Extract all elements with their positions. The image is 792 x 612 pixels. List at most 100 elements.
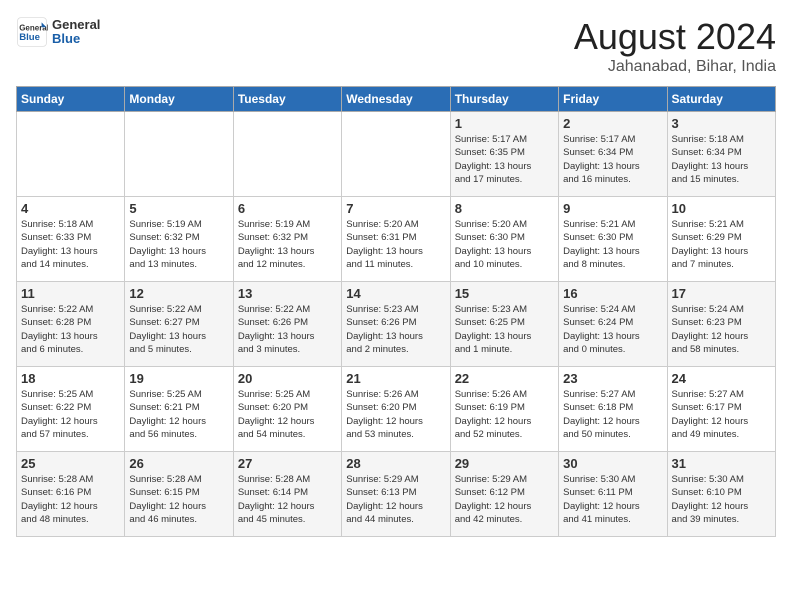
day-info: Sunrise: 5:29 AM Sunset: 6:13 PM Dayligh…	[346, 473, 445, 526]
day-info: Sunrise: 5:27 AM Sunset: 6:17 PM Dayligh…	[672, 388, 771, 441]
week-row-1: 1 Sunrise: 5:17 AM Sunset: 6:35 PM Daylig…	[17, 112, 776, 197]
day-cell: 19 Sunrise: 5:25 AM Sunset: 6:21 PM Dayli…	[125, 367, 233, 452]
day-cell: 16 Sunrise: 5:24 AM Sunset: 6:24 PM Dayli…	[559, 282, 667, 367]
day-cell: 4 Sunrise: 5:18 AM Sunset: 6:33 PM Daylig…	[17, 197, 125, 282]
day-cell: 9 Sunrise: 5:21 AM Sunset: 6:30 PM Daylig…	[559, 197, 667, 282]
day-info: Sunrise: 5:26 AM Sunset: 6:20 PM Dayligh…	[346, 388, 445, 441]
day-number: 29	[455, 456, 554, 471]
day-cell: 17 Sunrise: 5:24 AM Sunset: 6:23 PM Dayli…	[667, 282, 775, 367]
day-info: Sunrise: 5:26 AM Sunset: 6:19 PM Dayligh…	[455, 388, 554, 441]
day-cell: 25 Sunrise: 5:28 AM Sunset: 6:16 PM Dayli…	[17, 452, 125, 537]
day-number: 22	[455, 371, 554, 386]
day-cell: 18 Sunrise: 5:25 AM Sunset: 6:22 PM Dayli…	[17, 367, 125, 452]
day-info: Sunrise: 5:24 AM Sunset: 6:24 PM Dayligh…	[563, 303, 662, 356]
day-number: 9	[563, 201, 662, 216]
day-number: 18	[21, 371, 120, 386]
day-number: 23	[563, 371, 662, 386]
day-number: 30	[563, 456, 662, 471]
day-info: Sunrise: 5:23 AM Sunset: 6:25 PM Dayligh…	[455, 303, 554, 356]
svg-text:Blue: Blue	[19, 32, 40, 43]
logo-icon: General Blue	[16, 16, 48, 48]
day-number: 28	[346, 456, 445, 471]
day-number: 4	[21, 201, 120, 216]
day-cell: 13 Sunrise: 5:22 AM Sunset: 6:26 PM Dayli…	[233, 282, 341, 367]
day-cell: 21 Sunrise: 5:26 AM Sunset: 6:20 PM Dayli…	[342, 367, 450, 452]
week-row-3: 11 Sunrise: 5:22 AM Sunset: 6:28 PM Dayli…	[17, 282, 776, 367]
day-number: 1	[455, 116, 554, 131]
logo-text-blue: Blue	[52, 32, 100, 46]
day-cell: 11 Sunrise: 5:22 AM Sunset: 6:28 PM Dayli…	[17, 282, 125, 367]
day-cell: 22 Sunrise: 5:26 AM Sunset: 6:19 PM Dayli…	[450, 367, 558, 452]
day-number: 27	[238, 456, 337, 471]
day-info: Sunrise: 5:25 AM Sunset: 6:21 PM Dayligh…	[129, 388, 228, 441]
day-info: Sunrise: 5:19 AM Sunset: 6:32 PM Dayligh…	[238, 218, 337, 271]
day-info: Sunrise: 5:18 AM Sunset: 6:33 PM Dayligh…	[21, 218, 120, 271]
header: General Blue General Blue August 2024 Ja…	[16, 16, 776, 76]
day-cell: 30Sunrise: 5:30 AM Sunset: 6:11 PM Dayli…	[559, 452, 667, 537]
col-header-saturday: Saturday	[667, 87, 775, 112]
day-number: 11	[21, 286, 120, 301]
day-number: 20	[238, 371, 337, 386]
day-cell: 8 Sunrise: 5:20 AM Sunset: 6:30 PM Daylig…	[450, 197, 558, 282]
day-number: 5	[129, 201, 228, 216]
day-info: Sunrise: 5:23 AM Sunset: 6:26 PM Dayligh…	[346, 303, 445, 356]
day-cell	[233, 112, 341, 197]
day-info: Sunrise: 5:22 AM Sunset: 6:28 PM Dayligh…	[21, 303, 120, 356]
day-number: 14	[346, 286, 445, 301]
day-cell: 15 Sunrise: 5:23 AM Sunset: 6:25 PM Dayli…	[450, 282, 558, 367]
day-cell	[125, 112, 233, 197]
day-info: Sunrise: 5:24 AM Sunset: 6:23 PM Dayligh…	[672, 303, 771, 356]
day-info: Sunrise: 5:20 AM Sunset: 6:30 PM Dayligh…	[455, 218, 554, 271]
day-cell: 14 Sunrise: 5:23 AM Sunset: 6:26 PM Dayli…	[342, 282, 450, 367]
day-info: Sunrise: 5:18 AM Sunset: 6:34 PM Dayligh…	[672, 133, 771, 186]
week-row-2: 4 Sunrise: 5:18 AM Sunset: 6:33 PM Daylig…	[17, 197, 776, 282]
header-row: SundayMondayTuesdayWednesdayThursdayFrid…	[17, 87, 776, 112]
day-number: 21	[346, 371, 445, 386]
day-cell: 29Sunrise: 5:29 AM Sunset: 6:12 PM Dayli…	[450, 452, 558, 537]
day-info: Sunrise: 5:28 AM Sunset: 6:14 PM Dayligh…	[238, 473, 337, 526]
day-number: 6	[238, 201, 337, 216]
day-number: 15	[455, 286, 554, 301]
day-number: 8	[455, 201, 554, 216]
day-number: 16	[563, 286, 662, 301]
day-info: Sunrise: 5:20 AM Sunset: 6:31 PM Dayligh…	[346, 218, 445, 271]
calendar-table: SundayMondayTuesdayWednesdayThursdayFrid…	[16, 86, 776, 537]
day-cell: 26Sunrise: 5:28 AM Sunset: 6:15 PM Dayli…	[125, 452, 233, 537]
day-info: Sunrise: 5:28 AM Sunset: 6:16 PM Dayligh…	[21, 473, 120, 526]
day-cell: 28 Sunrise: 5:29 AM Sunset: 6:13 PM Dayli…	[342, 452, 450, 537]
day-number: 25	[21, 456, 120, 471]
day-cell	[342, 112, 450, 197]
day-info: Sunrise: 5:21 AM Sunset: 6:30 PM Dayligh…	[563, 218, 662, 271]
day-cell: 2 Sunrise: 5:17 AM Sunset: 6:34 PM Daylig…	[559, 112, 667, 197]
day-info: Sunrise: 5:17 AM Sunset: 6:35 PM Dayligh…	[455, 133, 554, 186]
day-number: 17	[672, 286, 771, 301]
day-cell: 1 Sunrise: 5:17 AM Sunset: 6:35 PM Daylig…	[450, 112, 558, 197]
col-header-tuesday: Tuesday	[233, 87, 341, 112]
day-info: Sunrise: 5:17 AM Sunset: 6:34 PM Dayligh…	[563, 133, 662, 186]
day-cell: 10Sunrise: 5:21 AM Sunset: 6:29 PM Dayli…	[667, 197, 775, 282]
day-cell: 31 Sunrise: 5:30 AM Sunset: 6:10 PM Dayli…	[667, 452, 775, 537]
day-info: Sunrise: 5:22 AM Sunset: 6:27 PM Dayligh…	[129, 303, 228, 356]
day-number: 13	[238, 286, 337, 301]
day-number: 7	[346, 201, 445, 216]
day-cell: 24 Sunrise: 5:27 AM Sunset: 6:17 PM Dayli…	[667, 367, 775, 452]
day-number: 2	[563, 116, 662, 131]
day-cell: 3Sunrise: 5:18 AM Sunset: 6:34 PM Daylig…	[667, 112, 775, 197]
day-info: Sunrise: 5:19 AM Sunset: 6:32 PM Dayligh…	[129, 218, 228, 271]
col-header-thursday: Thursday	[450, 87, 558, 112]
logo: General Blue General Blue	[16, 16, 100, 48]
day-cell: 27 Sunrise: 5:28 AM Sunset: 6:14 PM Dayli…	[233, 452, 341, 537]
week-row-4: 18 Sunrise: 5:25 AM Sunset: 6:22 PM Dayli…	[17, 367, 776, 452]
day-info: Sunrise: 5:25 AM Sunset: 6:22 PM Dayligh…	[21, 388, 120, 441]
day-number: 24	[672, 371, 771, 386]
day-number: 19	[129, 371, 228, 386]
day-number: 31	[672, 456, 771, 471]
week-row-5: 25 Sunrise: 5:28 AM Sunset: 6:16 PM Dayli…	[17, 452, 776, 537]
day-cell: 20Sunrise: 5:25 AM Sunset: 6:20 PM Dayli…	[233, 367, 341, 452]
day-info: Sunrise: 5:21 AM Sunset: 6:29 PM Dayligh…	[672, 218, 771, 271]
day-cell	[17, 112, 125, 197]
day-info: Sunrise: 5:22 AM Sunset: 6:26 PM Dayligh…	[238, 303, 337, 356]
col-header-sunday: Sunday	[17, 87, 125, 112]
day-info: Sunrise: 5:30 AM Sunset: 6:10 PM Dayligh…	[672, 473, 771, 526]
day-cell: 5 Sunrise: 5:19 AM Sunset: 6:32 PM Daylig…	[125, 197, 233, 282]
